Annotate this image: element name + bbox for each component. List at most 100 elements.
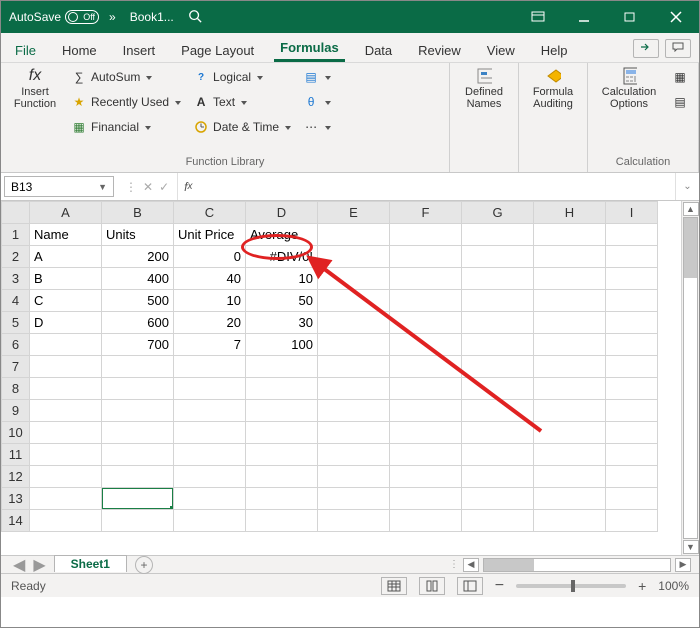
col-header-i[interactable]: I	[606, 202, 658, 224]
calculation-options-button[interactable]: Calculation Options	[594, 66, 664, 154]
cell[interactable]	[534, 268, 606, 290]
cell[interactable]	[246, 466, 318, 488]
cell[interactable]: A	[30, 246, 102, 268]
cell[interactable]	[462, 356, 534, 378]
financial-button[interactable]: ▦Financial	[67, 116, 185, 138]
tab-home[interactable]: Home	[56, 37, 103, 62]
cell[interactable]	[462, 224, 534, 246]
cell[interactable]	[30, 488, 102, 510]
autosum-button[interactable]: ∑AutoSum	[67, 66, 185, 88]
cell[interactable]	[174, 356, 246, 378]
cell[interactable]	[606, 510, 658, 532]
cell[interactable]	[606, 290, 658, 312]
new-sheet-button[interactable]: +	[135, 556, 153, 574]
insert-function-button[interactable]: fx Insert Function	[7, 66, 63, 154]
cell[interactable]	[174, 400, 246, 422]
cell[interactable]	[390, 378, 462, 400]
cell[interactable]	[318, 510, 390, 532]
cell[interactable]	[246, 510, 318, 532]
cell[interactable]	[318, 224, 390, 246]
math-trig-button[interactable]: θ	[299, 91, 335, 113]
cell[interactable]	[390, 224, 462, 246]
scroll-down-icon[interactable]: ▼	[683, 540, 699, 554]
scroll-up-icon[interactable]: ▲	[683, 202, 699, 216]
col-header-f[interactable]: F	[390, 202, 462, 224]
cell[interactable]	[30, 356, 102, 378]
calculate-now-button[interactable]: ▦	[668, 66, 692, 88]
cell[interactable]	[318, 422, 390, 444]
cell[interactable]	[606, 400, 658, 422]
cell[interactable]	[246, 400, 318, 422]
cell[interactable]	[534, 224, 606, 246]
cell[interactable]	[318, 290, 390, 312]
tab-insert[interactable]: Insert	[117, 37, 162, 62]
cell[interactable]: Name	[30, 224, 102, 246]
tab-file[interactable]: File	[9, 37, 42, 62]
row-header[interactable]: 1	[2, 224, 30, 246]
horizontal-scrollbar[interactable]	[483, 558, 671, 572]
cell[interactable]	[246, 444, 318, 466]
fx-label-icon[interactable]: fx	[178, 173, 198, 200]
cell[interactable]	[246, 488, 318, 510]
cell[interactable]	[462, 290, 534, 312]
cell[interactable]	[30, 422, 102, 444]
cell[interactable]	[102, 378, 174, 400]
cell[interactable]: 500	[102, 290, 174, 312]
cell[interactable]	[606, 246, 658, 268]
cell[interactable]	[102, 422, 174, 444]
cell[interactable]	[462, 268, 534, 290]
cell[interactable]	[390, 400, 462, 422]
col-header-h[interactable]: H	[534, 202, 606, 224]
cell[interactable]	[30, 510, 102, 532]
cell[interactable]	[318, 466, 390, 488]
cell[interactable]	[606, 466, 658, 488]
cell[interactable]	[318, 378, 390, 400]
cell[interactable]	[246, 378, 318, 400]
cancel-icon[interactable]: ✕	[143, 180, 153, 194]
cell[interactable]	[390, 510, 462, 532]
cell[interactable]	[390, 246, 462, 268]
enter-icon[interactable]: ✓	[159, 180, 169, 194]
cell[interactable]	[606, 378, 658, 400]
cell[interactable]	[534, 488, 606, 510]
col-header-d[interactable]: D	[246, 202, 318, 224]
zoom-slider[interactable]	[516, 584, 626, 588]
cell[interactable]	[606, 312, 658, 334]
cell[interactable]	[174, 488, 246, 510]
tab-help[interactable]: Help	[535, 37, 574, 62]
autosave-toggle[interactable]: AutoSave Off	[9, 10, 99, 24]
cell[interactable]: 40	[174, 268, 246, 290]
text-button[interactable]: AText	[189, 91, 295, 113]
row-header[interactable]: 6	[2, 334, 30, 356]
name-box[interactable]: B13 ▼	[4, 176, 114, 197]
minimize-button[interactable]	[561, 1, 607, 33]
select-all-corner[interactable]	[2, 202, 30, 224]
cell[interactable]	[390, 488, 462, 510]
tab-review[interactable]: Review	[412, 37, 467, 62]
row-header[interactable]: 8	[2, 378, 30, 400]
cell[interactable]	[102, 400, 174, 422]
cell[interactable]	[318, 444, 390, 466]
split-handle-icon[interactable]: ⋮	[449, 559, 459, 570]
cell[interactable]	[390, 422, 462, 444]
cell[interactable]	[534, 378, 606, 400]
row-header[interactable]: 10	[2, 422, 30, 444]
cell[interactable]	[318, 312, 390, 334]
row-header[interactable]: 4	[2, 290, 30, 312]
cell[interactable]	[462, 488, 534, 510]
view-page-break-icon[interactable]	[457, 577, 483, 595]
tab-view[interactable]: View	[481, 37, 521, 62]
cell[interactable]	[318, 246, 390, 268]
cell[interactable]	[534, 422, 606, 444]
tab-page-layout[interactable]: Page Layout	[175, 37, 260, 62]
name-box-more-icon[interactable]: ⋮	[125, 180, 137, 194]
formula-auditing-button[interactable]: Formula Auditing	[525, 66, 581, 154]
cell[interactable]	[606, 224, 658, 246]
cell[interactable]: 7	[174, 334, 246, 356]
cell[interactable]	[462, 246, 534, 268]
cell[interactable]	[534, 334, 606, 356]
cell[interactable]: 600	[102, 312, 174, 334]
cell[interactable]: 400	[102, 268, 174, 290]
cell[interactable]	[102, 510, 174, 532]
more-functions-button[interactable]: ⋯	[299, 116, 335, 138]
